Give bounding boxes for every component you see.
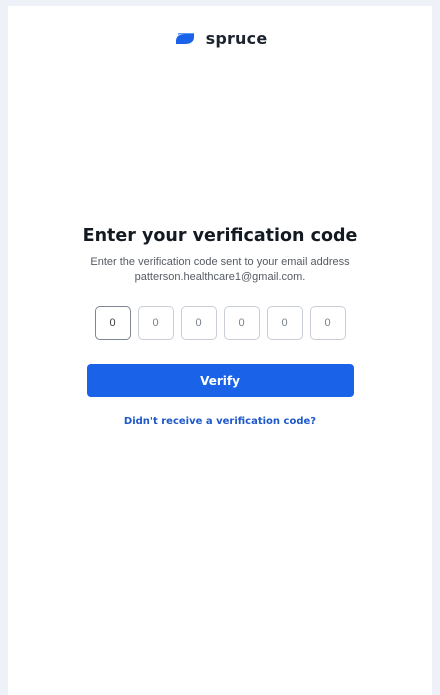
code-digit-6[interactable]: 0 xyxy=(309,306,346,340)
resend-code-link[interactable]: Didn't receive a verification code? xyxy=(124,416,316,427)
code-digit-5[interactable]: 0 xyxy=(266,306,303,340)
brand-name: spruce xyxy=(205,28,268,48)
spruce-logo-icon xyxy=(175,33,194,44)
page-title: Enter your verification code xyxy=(82,226,358,246)
code-digit-2[interactable]: 0 xyxy=(137,306,174,340)
instructions-text: Enter the verification code sent to your… xyxy=(90,256,350,283)
verify-button[interactable]: Verify xyxy=(86,364,354,397)
header: spruce xyxy=(8,28,432,48)
code-digit-4[interactable]: 0 xyxy=(223,306,260,340)
login-card: spruce Enter your verification code Ente… xyxy=(8,6,432,695)
code-input-group: 0 0 0 0 0 0 xyxy=(94,306,346,340)
code-digit-3[interactable]: 0 xyxy=(180,306,217,340)
verification-form: Enter your verification code Enter the v… xyxy=(8,226,432,427)
brand-logo: spruce xyxy=(173,28,268,48)
code-digit-1[interactable]: 0 xyxy=(94,306,131,340)
